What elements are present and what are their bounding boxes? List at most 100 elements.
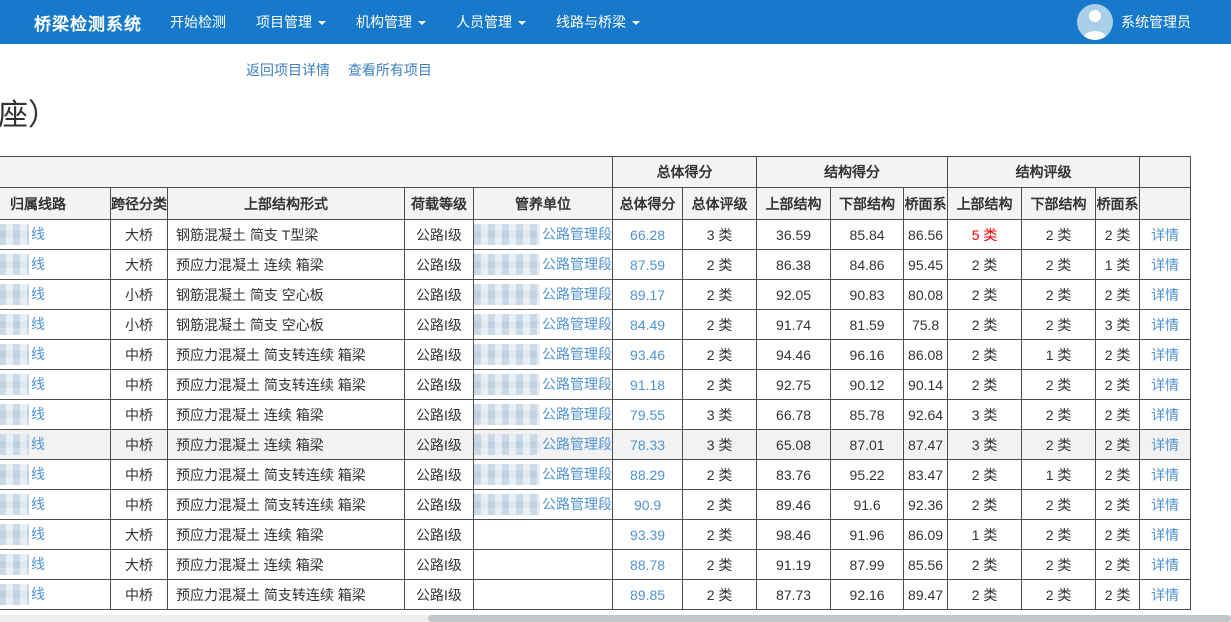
cell-upper-score: 98.46 [757,520,831,550]
col-header-deck-rating: 桥面系 [1096,188,1140,220]
detail-link[interactable]: 详情 [1151,407,1179,423]
cell-upper-rating: 1 类 [948,520,1022,550]
cell-upper-score: 36.59 [757,220,831,250]
table-row: 2线小桥钢筋混凝土 简支 空心板公路I级公路管理段84.492 类91.7481… [0,310,1191,340]
detail-link[interactable]: 详情 [1151,557,1179,573]
overall-score-link[interactable]: 78.33 [630,437,665,453]
table-group-header-row: 总体得分 结构得分 结构评级 [0,157,1191,188]
redacted-blur [474,344,540,365]
chevron-down-icon [418,21,426,25]
line-link[interactable]: 线 [31,286,45,302]
overall-score-link[interactable]: 89.17 [630,287,665,303]
cell-maintenance-unit: 公路管理段 [474,460,613,490]
col-header-detail [1140,188,1191,220]
detail-link[interactable]: 详情 [1151,347,1179,363]
line-link[interactable]: 线 [31,376,45,392]
link-view-all-projects[interactable]: 查看所有项目 [348,62,432,78]
maintenance-unit-link[interactable]: 公路管理段 [542,436,612,452]
cell-deck-score: 89.47 [904,580,948,610]
cell-overall-rating: 2 类 [683,550,757,580]
maintenance-unit-link[interactable]: 公路管理段 [542,226,612,242]
cell-deck-rating: 2 类 [1096,520,1140,550]
overall-score-link[interactable]: 84.49 [630,317,665,333]
maintenance-unit-link[interactable]: 公路管理段 [542,406,612,422]
overall-score-link[interactable]: 88.78 [630,557,665,573]
cell-superstructure: 预应力混凝土 简支转连续 箱梁 [168,460,405,490]
overall-score-link[interactable]: 79.55 [630,407,665,423]
maintenance-unit-link[interactable]: 公路管理段 [542,316,612,332]
nav-item-personnel-management[interactable]: 人员管理 [456,12,526,32]
cell-lower-score: 87.01 [831,430,904,460]
detail-link[interactable]: 详情 [1151,527,1179,543]
user-menu[interactable]: 系统管理员 [1077,0,1191,44]
nav-item-project-management[interactable]: 项目管理 [256,12,326,32]
nav-item-lines-and-bridges[interactable]: 线路与桥梁 [556,12,640,32]
overall-score-link[interactable]: 91.18 [630,377,665,393]
detail-link[interactable]: 详情 [1151,227,1179,243]
cell-upper-score: 65.08 [757,430,831,460]
maintenance-unit-link[interactable]: 公路管理段 [542,466,612,482]
redacted-blur [0,404,29,425]
maintenance-unit-link[interactable]: 公路管理段 [542,346,612,362]
chevron-down-icon [318,21,326,25]
detail-link[interactable]: 详情 [1151,467,1179,483]
cell-load-grade: 公路I级 [405,550,474,580]
overall-score-link[interactable]: 88.29 [630,467,665,483]
detail-link[interactable]: 详情 [1151,257,1179,273]
line-link[interactable]: 线 [31,226,45,242]
line-link[interactable]: 线 [31,586,45,602]
cell-upper-score: 83.76 [757,460,831,490]
redacted-blur [474,434,540,455]
scrollbar-thumb[interactable] [428,615,1231,622]
cell-overall-score: 79.55 [613,400,683,430]
cell-overall-rating: 3 类 [683,430,757,460]
detail-link[interactable]: 详情 [1151,287,1179,303]
detail-link[interactable]: 详情 [1151,377,1179,393]
cell-superstructure: 钢筋混凝土 简支 空心板 [168,310,405,340]
cell-maintenance-unit: 公路管理段 [474,340,613,370]
detail-link[interactable]: 详情 [1151,437,1179,453]
line-link[interactable]: 线 [31,256,45,272]
maintenance-unit-link[interactable]: 公路管理段 [542,496,612,512]
overall-score-link[interactable]: 93.46 [630,347,665,363]
line-link[interactable]: 线 [31,346,45,362]
line-link[interactable]: 线 [31,406,45,422]
cell-detail: 详情 [1140,520,1191,550]
redacted-blur [474,374,540,395]
detail-link[interactable]: 详情 [1151,317,1179,333]
maintenance-unit-link[interactable]: 公路管理段 [542,376,612,392]
line-link[interactable]: 线 [31,436,45,452]
overall-score-link[interactable]: 89.85 [630,587,665,603]
line-link[interactable]: 线 [31,556,45,572]
cell-lower-rating: 2 类 [1022,280,1096,310]
horizontal-scrollbar[interactable] [0,615,1231,622]
line-link[interactable]: 线 [31,466,45,482]
cell-superstructure: 预应力混凝土 连续 箱梁 [168,550,405,580]
cell-lower-rating: 2 类 [1022,370,1096,400]
overall-score-link[interactable]: 66.28 [630,227,665,243]
line-link[interactable]: 线 [31,496,45,512]
link-back-to-project-detail[interactable]: 返回项目详情 [246,62,330,78]
maintenance-unit-link[interactable]: 公路管理段 [542,256,612,272]
maintenance-unit-link[interactable]: 公路管理段 [542,286,612,302]
cell-deck-score: 85.56 [904,550,948,580]
line-link[interactable]: 线 [31,316,45,332]
cell-line: 2线 [0,400,111,430]
overall-score-link[interactable]: 93.39 [630,527,665,543]
col-header-upper-score: 上部结构 [757,188,831,220]
overall-score-link[interactable]: 87.59 [630,257,665,273]
cell-lower-score: 96.16 [831,340,904,370]
nav-item-start-inspection[interactable]: 开始检测 [170,12,226,32]
cell-lower-score: 81.59 [831,310,904,340]
detail-link[interactable]: 详情 [1151,497,1179,513]
nav-item-organization-management[interactable]: 机构管理 [356,12,426,32]
line-link[interactable]: 线 [31,526,45,542]
cell-superstructure: 预应力混凝土 简支转连续 箱梁 [168,340,405,370]
cell-superstructure: 预应力混凝土 简支转连续 箱梁 [168,370,405,400]
cell-load-grade: 公路I级 [405,400,474,430]
overall-score-link[interactable]: 90.9 [634,497,661,513]
cell-upper-score: 87.73 [757,580,831,610]
cell-lower-score: 85.78 [831,400,904,430]
app-title[interactable]: 桥梁检测系统 [34,10,142,35]
detail-link[interactable]: 详情 [1151,587,1179,603]
